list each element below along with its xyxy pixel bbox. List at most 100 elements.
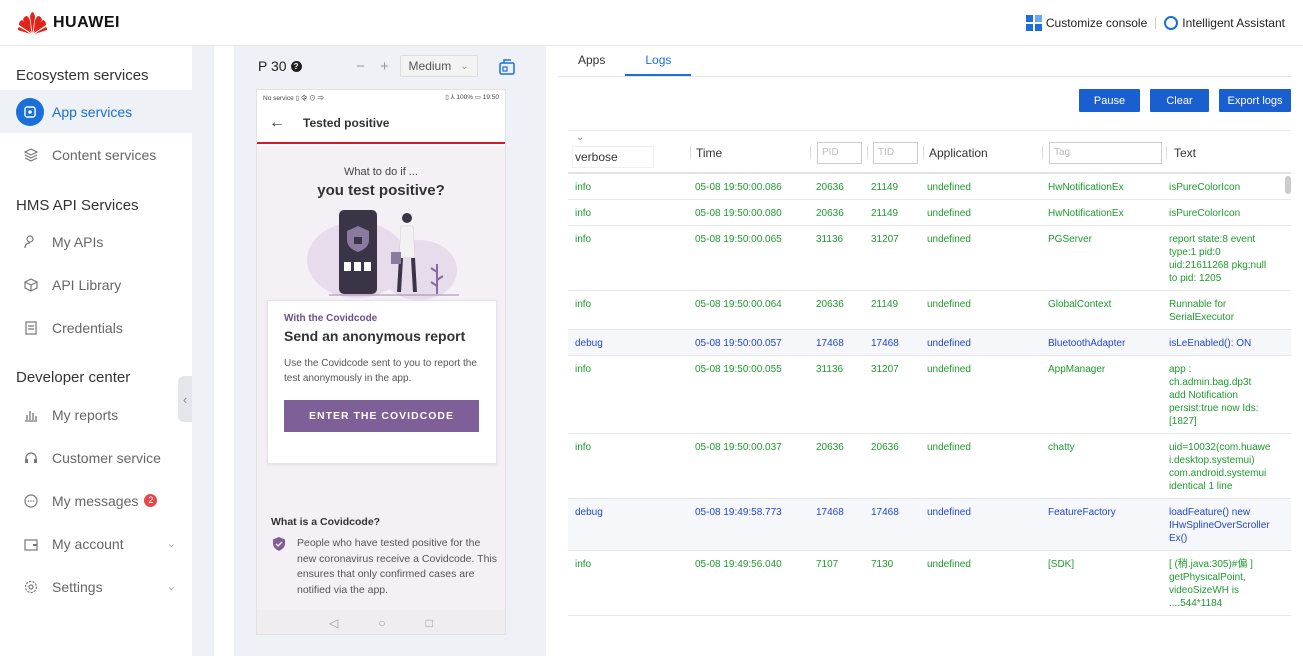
- log-text-line: videoSizeWH is: [1169, 585, 1240, 596]
- log-tag-cell: HwNotificationEx: [1048, 208, 1124, 219]
- log-tag-cell: GlobalContext: [1048, 299, 1112, 310]
- device-toolbar: P 30 ? − + Medium ⌄: [258, 52, 518, 80]
- sidebar-item-label: My reports: [52, 406, 119, 423]
- log-pid-cell: 20636: [816, 442, 844, 453]
- huawei-logo[interactable]: HUAWEI: [16, 11, 120, 35]
- help-icon[interactable]: ?: [290, 60, 302, 72]
- sidebar-item-app-services[interactable]: App services: [0, 90, 192, 133]
- zoom-in-button[interactable]: +: [378, 58, 392, 75]
- clear-button[interactable]: Clear: [1150, 89, 1209, 112]
- top-actions: Customize console Intelligent Assistant: [1025, 15, 1285, 31]
- tag-filter-input[interactable]: Tag: [1049, 141, 1162, 164]
- log-row[interactable]: info 05-08 19:50:00.064 20636 21149 undefine…: [568, 291, 1291, 330]
- log-rows: info 05-08 19:50:00.086 20636 21149 undefine…: [568, 174, 1291, 616]
- log-pid-cell: 20636: [816, 208, 844, 219]
- log-text-cell: [ (稍.java:305)#偏 ] getPhysicalPoint, video…: [1169, 558, 1281, 610]
- log-text-line: to pid: 1205: [1169, 273, 1222, 284]
- scrollbar-thumb[interactable]: [1285, 176, 1291, 194]
- intelligent-assistant-button[interactable]: Intelligent Assistant: [1164, 16, 1285, 30]
- sidebar-item-credentials[interactable]: Credentials: [0, 306, 192, 349]
- cube-icon: [22, 276, 40, 294]
- log-row[interactable]: debug 05-08 19:50:00.057 17468 17468 undefin…: [568, 330, 1291, 356]
- log-row[interactable]: info 05-08 19:50:00.080 20636 21149 undefine…: [568, 200, 1291, 226]
- log-row[interactable]: info 05-08 19:50:00.037 20636 20636 undefine…: [568, 434, 1291, 499]
- sidebar-item-settings[interactable]: Settings ⌄: [0, 565, 192, 608]
- log-application-cell: undefined: [927, 234, 971, 245]
- log-tag-cell: AppManager: [1048, 364, 1106, 375]
- chevron-down-icon[interactable]: ⌄: [576, 132, 584, 143]
- log-level-select[interactable]: verbose: [572, 146, 654, 168]
- log-level-cell: info: [575, 182, 592, 193]
- top-bar: HUAWEI Customize console Intelligent Ass…: [0, 0, 1303, 46]
- log-row[interactable]: info 05-08 19:50:00.086 20636 21149 undefine…: [568, 174, 1291, 200]
- log-text-line: IHwSplineOverScroller: [1169, 520, 1270, 531]
- log-time-cell: 05-08 19:50:00.065: [695, 234, 782, 245]
- sidebar-item-label: App services: [52, 103, 133, 120]
- log-text-line: identical 1 line: [1169, 481, 1233, 492]
- log-level-cell: debug: [575, 338, 603, 349]
- log-time-cell: 05-08 19:50:00.037: [695, 442, 782, 453]
- enter-covidcode-button[interactable]: ENTER THE COVIDCODE: [284, 400, 479, 432]
- back-arrow-icon[interactable]: ←: [269, 114, 285, 132]
- nav-recent-icon[interactable]: □: [426, 616, 433, 630]
- log-text-line: uid=10032(com.huawe: [1169, 442, 1271, 453]
- log-application-cell: undefined: [927, 507, 971, 518]
- sidebar-item-api-library[interactable]: API Library: [0, 263, 192, 306]
- what-is-covidcode-text: People who have tested positive for the …: [297, 537, 497, 596]
- log-text-line: com.android.systemui: [1169, 468, 1267, 479]
- log-time-cell: 05-08 19:50:00.055: [695, 364, 782, 375]
- card-title: Send an anonymous report: [284, 328, 466, 344]
- phone-screen: No service ▯ 令 ⊙ ⇒ ▯ ⅄ 100% ▭ 19:50 ← Te…: [256, 89, 506, 635]
- nav-home-icon[interactable]: ○: [378, 616, 385, 630]
- log-text-line: add Notification: [1169, 390, 1238, 401]
- wallet-icon: [22, 535, 40, 553]
- shield-check-icon: [273, 537, 285, 551]
- log-pid-cell: 31136: [816, 364, 844, 375]
- customize-console-button[interactable]: Customize console: [1025, 15, 1147, 31]
- log-pid-cell: 20636: [816, 299, 844, 310]
- gear-icon: [22, 578, 40, 596]
- nav-back-icon[interactable]: ◁: [329, 616, 338, 630]
- tab-apps[interactable]: Apps: [558, 46, 625, 76]
- status-left: No service ▯ 令 ⊙ ⇒: [263, 95, 325, 102]
- log-text-line: isPureColorIcon: [1169, 208, 1241, 219]
- log-tid-cell: 17468: [871, 507, 899, 518]
- log-row[interactable]: info 05-08 19:50:00.065 31136 31207 undefine…: [568, 226, 1291, 291]
- log-row[interactable]: debug 05-08 19:49:58.773 17468 17468 undefin…: [568, 499, 1291, 551]
- sidebar-item-customer-service[interactable]: Customer service: [0, 436, 192, 479]
- sidebar-item-my-account[interactable]: My account ⌄: [0, 522, 192, 565]
- tab-logs[interactable]: Logs: [625, 46, 692, 76]
- size-select[interactable]: Medium ⌄: [399, 55, 478, 77]
- rotate-screen-icon[interactable]: [498, 58, 516, 76]
- log-text-cell: Runnable for SerialExecutor: [1169, 298, 1281, 324]
- log-application-cell: undefined: [927, 208, 971, 219]
- divider: [810, 146, 811, 159]
- export-logs-button[interactable]: Export logs: [1219, 89, 1291, 112]
- card-kicker: With the Covidcode: [284, 313, 378, 324]
- sidebar-item-label: Credentials: [52, 319, 123, 336]
- divider: [1042, 146, 1043, 159]
- zoom-out-button[interactable]: −: [354, 58, 368, 75]
- size-select-value: Medium: [408, 59, 452, 73]
- sidebar-item-my-apis[interactable]: My APIs: [0, 220, 192, 263]
- sidebar-item-my-messages[interactable]: My messages 2: [0, 479, 192, 522]
- log-application-cell: undefined: [927, 364, 971, 375]
- card-text: Use the Covidcode sent to you to report …: [284, 358, 477, 384]
- pause-button[interactable]: Pause: [1079, 89, 1140, 112]
- sidebar-item-my-reports[interactable]: My reports: [0, 393, 192, 436]
- divider: [867, 146, 868, 159]
- collapse-sidebar-button[interactable]: ‹: [178, 376, 192, 422]
- log-tag-cell: [SDK]: [1048, 559, 1075, 570]
- log-row[interactable]: info 05-08 19:50:00.055 31136 31207 undefine…: [568, 356, 1291, 434]
- phone-illustration: [307, 210, 459, 300]
- log-row[interactable]: info 05-08 19:49:56.040 7107 7130 undefined […: [568, 551, 1291, 616]
- log-pid-cell: 31136: [816, 234, 844, 245]
- sidebar-item-content-services[interactable]: Content services: [0, 133, 192, 176]
- question-line-1: What to do if ...: [344, 166, 418, 178]
- log-text-line: ch.admin.bag.dp3t: [1169, 377, 1252, 388]
- divider: [923, 146, 924, 159]
- log-text-line: persist:true now Ids:: [1169, 403, 1259, 414]
- status-bar: No service ▯ 令 ⊙ ⇒ ▯ ⅄ 100% ▭ 19:50: [257, 90, 505, 104]
- tid-filter-input[interactable]: TID: [873, 141, 918, 164]
- pid-filter-input[interactable]: PID: [817, 141, 862, 164]
